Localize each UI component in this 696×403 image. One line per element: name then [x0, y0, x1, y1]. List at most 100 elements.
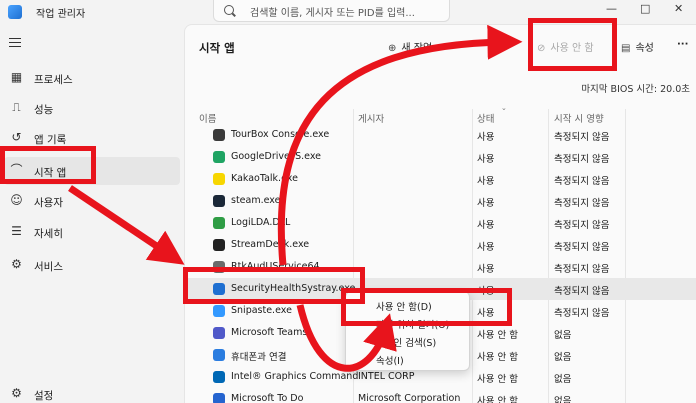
app-icon: [213, 239, 225, 251]
table-row[interactable]: GoogleDriveFS.exe 사용 측정되지 않음: [185, 146, 696, 168]
sidebar-item-label: 성능: [34, 104, 54, 116]
table-row[interactable]: steam.exe 사용 측정되지 않음: [185, 190, 696, 212]
app-icon: [213, 305, 225, 317]
search-placeholder[interactable]: 검색할 이름, 게시자 또는 PID를 입력...: [250, 4, 415, 19]
app-name: Intel® Graphics Command: [231, 371, 359, 382]
bios-time: 마지막 BIOS 시간: 20.0초: [581, 84, 690, 95]
column-header-status[interactable]: 상태: [477, 111, 494, 125]
app-icon: [213, 217, 225, 229]
processes-icon: ▦: [10, 70, 23, 84]
app-status: 사용: [477, 220, 495, 231]
properties-button[interactable]: ▤ 속성: [621, 39, 654, 54]
app-name: Microsoft Teams: [231, 327, 308, 338]
app-name: TourBox Console.exe: [231, 129, 330, 140]
app-name: LogiLDA.DLL: [231, 217, 291, 228]
table-row[interactable]: Microsoft To Do Microsoft Corporation 사용 안…: [185, 388, 696, 403]
users-icon: ☺: [10, 193, 23, 207]
new-task-button[interactable]: ⊕ 새 작업: [388, 39, 432, 54]
app-publisher: INTEL CORP: [358, 371, 415, 382]
app-name: KakaoTalk.exe: [231, 173, 298, 184]
app-status: 사용: [477, 176, 495, 187]
close-button[interactable]: ✕: [674, 2, 683, 15]
services-icon: ⚙: [11, 257, 22, 271]
app-status: 사용 안 함: [477, 374, 518, 385]
sidebar-item-performance[interactable]: ⎍ 성능: [4, 94, 180, 122]
app-status: 사용: [477, 264, 495, 275]
app-name: GoogleDriveFS.exe: [231, 151, 322, 162]
table-row[interactable]: TourBox Console.exe 사용 측정되지 않음: [185, 124, 696, 146]
app-status: 사용 안 함: [477, 396, 518, 403]
window-title: 작업 관리자: [36, 9, 86, 20]
sidebar-item-services[interactable]: ⚙ 서비스: [4, 251, 180, 279]
sort-chevron-icon: ⌄: [501, 104, 507, 112]
app-startup-impact: 없음: [554, 330, 572, 341]
search-icon: [224, 5, 234, 15]
highlight-disable-menu: [341, 288, 512, 326]
column-header-name[interactable]: 이름: [199, 111, 216, 125]
app-startup-impact: 측정되지 않음: [554, 132, 610, 143]
app-startup-impact: 없음: [554, 352, 572, 363]
app-status: 사용 안 함: [477, 352, 518, 363]
properties-icon: ▤: [621, 43, 631, 54]
main-panel: 시작 앱 ⊕ 새 작업 ⊘ 사용 안 함 ▤ 속성 ··· 마지막 BIOS 시간: …: [184, 24, 696, 403]
app-icon: [213, 151, 225, 163]
highlight-startup-apps: [0, 146, 96, 184]
app-name: Snipaste.exe: [231, 305, 292, 316]
app-startup-impact: 측정되지 않음: [554, 286, 610, 297]
sidebar-item-label: 사용자: [34, 197, 63, 209]
page-title: 시작 앱: [199, 41, 235, 55]
app-status: 사용: [477, 154, 495, 165]
new-task-icon: ⊕: [388, 43, 397, 54]
app-name: StreamDeck.exe: [231, 239, 310, 250]
sidebar-item-settings[interactable]: ⚙ 설정: [4, 380, 180, 403]
details-icon: ☰: [11, 224, 22, 238]
table-row[interactable]: KakaoTalk.exe 사용 측정되지 않음: [185, 168, 696, 190]
context-menu-search-online[interactable]: 온라인 검색(S): [346, 332, 469, 350]
performance-icon: ⎍: [12, 100, 21, 114]
menu-icon[interactable]: [9, 38, 21, 47]
maximize-button[interactable]: □: [640, 2, 650, 15]
app-icon: [213, 173, 225, 185]
app-startup-impact: 측정되지 않음: [554, 242, 610, 253]
app-icon: [213, 129, 225, 141]
sidebar-item-details[interactable]: ☰ 자세히: [4, 218, 180, 246]
app-startup-impact: 없음: [554, 374, 572, 385]
highlight-disable-button: [528, 18, 617, 71]
sidebar-item-label: 서비스: [34, 261, 63, 273]
sidebar-item-users[interactable]: ☺ 사용자: [4, 187, 180, 215]
task-manager-icon: [8, 5, 22, 19]
gear-icon: ⚙: [11, 386, 22, 400]
search-box[interactable]: 검색할 이름, 게시자 또는 PID를 입력...: [213, 0, 450, 22]
column-header-publisher[interactable]: 게시자: [358, 111, 384, 125]
column-header-impact[interactable]: 시작 시 영향: [554, 111, 604, 125]
app-status: 사용: [477, 198, 495, 209]
table-row[interactable]: LogiLDA.DLL 사용 측정되지 않음: [185, 212, 696, 234]
app-startup-impact: 측정되지 않음: [554, 264, 610, 275]
new-task-label: 새 작업: [401, 43, 433, 54]
app-startup-impact: 없음: [554, 396, 572, 403]
app-startup-impact: 측정되지 않음: [554, 308, 610, 319]
properties-label: 속성: [635, 43, 654, 54]
sidebar-item-label: 프로세스: [34, 74, 73, 86]
app-startup-impact: 측정되지 않음: [554, 198, 610, 209]
app-startup-impact: 측정되지 않음: [554, 154, 610, 165]
app-status: 사용: [477, 242, 495, 253]
app-icon: [213, 371, 225, 383]
more-options-button[interactable]: ···: [677, 39, 688, 50]
sidebar-item-processes[interactable]: ▦ 프로세스: [4, 64, 180, 92]
highlight-security-row: [183, 267, 365, 304]
app-icon: [213, 393, 225, 403]
sidebar-item-label: 설정: [34, 390, 54, 402]
app-startup-impact: 측정되지 않음: [554, 220, 610, 231]
app-status: 사용: [477, 132, 495, 143]
app-name: steam.exe: [231, 195, 281, 206]
minimize-button[interactable]: —: [606, 2, 617, 15]
table-row[interactable]: StreamDeck.exe 사용 측정되지 않음: [185, 234, 696, 256]
app-startup-impact: 측정되지 않음: [554, 176, 610, 187]
app-icon: [213, 195, 225, 207]
app-name: Microsoft To Do: [231, 393, 304, 403]
app-icon: [213, 327, 225, 339]
context-menu-properties[interactable]: 속성(I): [346, 350, 469, 368]
app-history-icon: ↺: [11, 130, 22, 144]
app-status: 사용 안 함: [477, 330, 518, 341]
